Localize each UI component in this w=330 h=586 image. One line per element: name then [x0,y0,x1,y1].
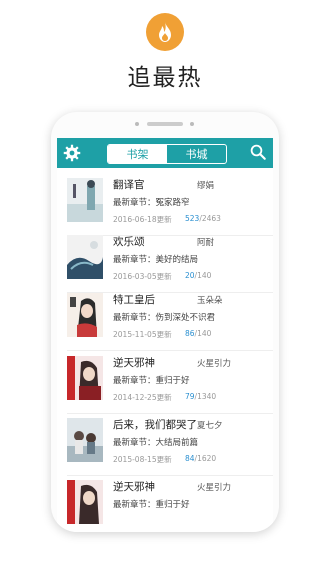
book-cover [67,293,103,337]
progress-current: 79 [185,392,195,401]
phone-camera [135,122,139,126]
gear-icon[interactable] [63,144,81,162]
promo-title: 追最热 [127,65,203,91]
app-screen: 书架 书城 翻译官 缪娟 最新章节：冤家路窄 2016-06-18更新 523/… [57,138,273,532]
top-bar: 书架 书城 [57,138,273,168]
progress-total: /140 [194,271,212,280]
book-update-date: 2015-08-15更新 [113,455,172,464]
progress-current: 523 [185,214,200,223]
book-latest-chapter: 最新章节：重归于好 [113,500,190,510]
book-author: 火星引力 [197,359,232,369]
book-update-date: 2015-11-05更新 [113,330,172,339]
book-progress: 86/140 [185,329,211,338]
book-update-date: 2016-03-05更新 [113,272,172,281]
book-update-date: 2014-12-25更新 [113,393,172,402]
progress-total: /1340 [194,392,217,401]
book-progress: 523/2463 [185,214,221,223]
progress-total: /2463 [199,214,221,223]
progress-current: 86 [185,329,195,338]
flame-icon [159,22,171,42]
book-author: 夏七夕 [197,421,223,431]
book-latest-chapter: 最新章节：伤到深处不识君 [113,313,216,323]
book-cover [67,235,103,279]
book-cover [67,356,103,400]
book-title: 逆天邪神 [113,357,155,369]
book-cover [67,178,103,222]
progress-total: /1620 [194,454,217,463]
book-list-item[interactable]: 后来，我们都哭了 夏七夕 最新章节：大结局前篇 2015-08-15更新 84/… [57,416,273,476]
tab-switcher: 书架 书城 [107,144,227,164]
book-latest-chapter: 最新章节：美好的结局 [113,255,199,265]
book-author: 缪娟 [197,181,215,191]
divider [67,413,273,414]
book-title: 欢乐颂 [113,236,145,248]
phone-sensor [190,122,194,126]
book-latest-chapter: 最新章节：大结局前篇 [113,438,199,448]
progress-current: 84 [185,454,195,463]
search-icon[interactable] [249,143,267,161]
book-title: 翻译官 [113,179,145,191]
promo-icon-badge [146,13,184,51]
book-title: 逆天邪神 [113,481,155,493]
divider [67,350,273,351]
book-cover [67,418,103,462]
progress-total: /140 [194,329,212,338]
book-list-item[interactable]: 特工皇后 玉朵朵 最新章节：伤到深处不识君 2015-11-05更新 86/14… [57,291,273,351]
book-progress: 79/1340 [185,392,216,401]
book-list-item[interactable]: 欢乐颂 阿耐 最新章节：美好的结局 2016-03-05更新 20/140 [57,233,273,293]
tab-bookshelf[interactable]: 书架 [108,145,167,163]
book-progress: 20/140 [185,271,211,280]
book-author: 阿耐 [197,238,215,248]
book-list-item[interactable]: 翻译官 缪娟 最新章节：冤家路窄 2016-06-18更新 523/2463 [57,176,273,236]
book-author: 火星引力 [197,483,232,493]
book-latest-chapter: 最新章节：重归于好 [113,376,190,386]
book-latest-chapter: 最新章节：冤家路窄 [113,198,190,208]
book-author: 玉朵朵 [197,296,223,306]
book-list-item[interactable]: 逆天邪神 火星引力 最新章节：重归于好 2014-12-25更新 79/1340 [57,354,273,414]
book-list-item[interactable]: 逆天邪神 火星引力 最新章节：重归于好 [57,478,273,532]
divider [67,475,273,476]
phone-frame: 书架 书城 翻译官 缪娟 最新章节：冤家路窄 2016-06-18更新 523/… [51,112,279,532]
book-title: 后来，我们都哭了 [113,419,197,431]
book-progress: 84/1620 [185,454,216,463]
progress-current: 20 [185,271,195,280]
phone-speaker [147,122,183,126]
book-update-date: 2016-06-18更新 [113,215,172,224]
tab-bookstore[interactable]: 书城 [167,145,226,163]
book-title: 特工皇后 [113,294,155,306]
book-cover [67,480,103,524]
